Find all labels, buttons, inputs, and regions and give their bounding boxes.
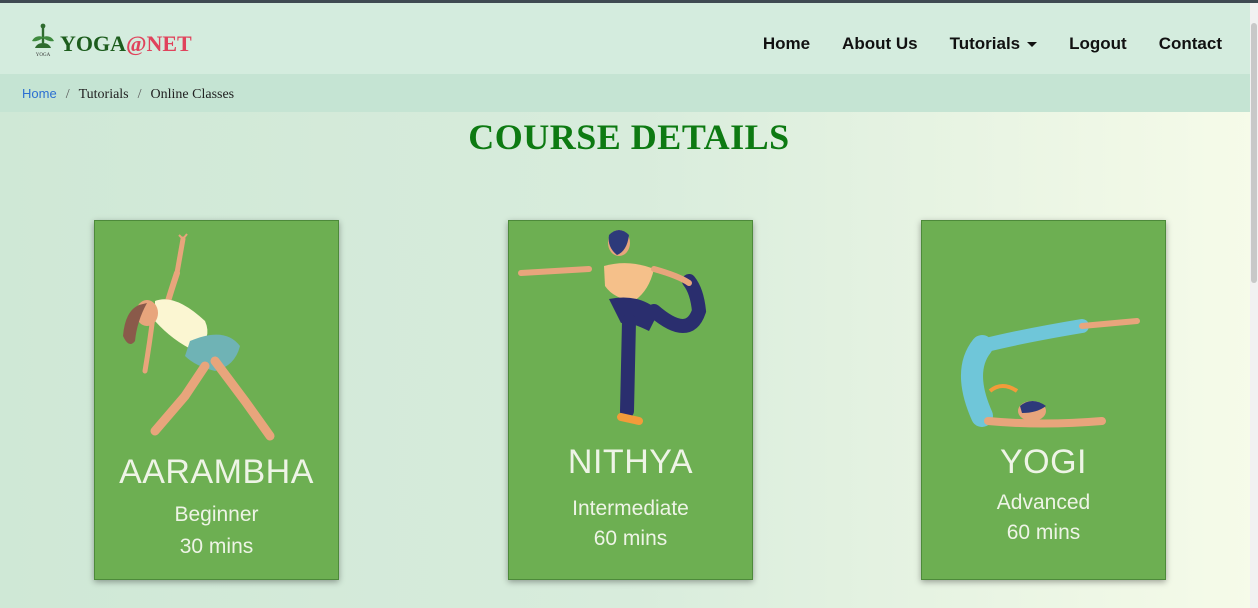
course-duration: 60 mins <box>1006 521 1081 544</box>
nav-tutorials-dropdown[interactable]: Tutorials <box>950 34 1038 54</box>
scrollbar-thumb[interactable] <box>1251 23 1257 283</box>
navbar: YOGA YOGA@NET Home About Us Tutorials Lo… <box>0 3 1250 74</box>
triangle-pose-illustration-icon <box>123 233 275 441</box>
breadcrumb-separator: / <box>65 87 70 102</box>
course-level: Beginner <box>174 503 259 526</box>
page-scrollbar[interactable] <box>1250 3 1258 608</box>
yoga-logo-icon: YOGA <box>32 23 54 58</box>
nav-tutorials-label: Tutorials <box>949 34 1021 53</box>
course-card-yogi[interactable]: YOGI Advanced 60 mins <box>921 220 1166 580</box>
brand-name-suffix: @NET <box>126 31 192 56</box>
course-card-nithya[interactable]: NITHYA Intermediate 60 mins <box>508 220 753 580</box>
dancer-pose-illustration-icon <box>518 230 707 425</box>
course-card-aarambha[interactable]: AARAMBHA Beginner 30 mins <box>94 220 339 580</box>
course-level: Advanced <box>996 491 1091 514</box>
brand-name-prefix: YOGA <box>60 31 126 56</box>
nav-contact[interactable]: Contact <box>1159 34 1222 54</box>
nav-menu: Home About Us Tutorials Logout Contact <box>763 34 1222 54</box>
nav-about-us[interactable]: About Us <box>842 34 918 54</box>
breadcrumb-separator: / <box>137 87 142 102</box>
breadcrumb-current: Online Classes <box>150 87 235 102</box>
course-duration: 30 mins <box>179 535 254 558</box>
breadcrumb: Home / Tutorials / Online Classes <box>0 74 1250 112</box>
brand-name: YOGA@NET <box>60 31 192 57</box>
course-duration: 60 mins <box>593 527 668 550</box>
course-name: NITHYA <box>567 443 694 481</box>
breadcrumb-tutorials: Tutorials <box>78 87 129 102</box>
breadcrumb-home-link[interactable]: Home <box>22 86 57 101</box>
plow-pose-illustration-icon <box>961 318 1140 428</box>
page-title: COURSE DETAILS <box>468 117 790 157</box>
nav-logout[interactable]: Logout <box>1069 34 1127 54</box>
course-name: YOGI <box>999 443 1088 481</box>
course-level: Intermediate <box>572 497 689 520</box>
nav-home[interactable]: Home <box>763 34 810 54</box>
logo-caption: YOGA <box>36 53 51 58</box>
chevron-down-icon <box>1027 42 1038 48</box>
course-name: AARAMBHA <box>119 453 314 491</box>
